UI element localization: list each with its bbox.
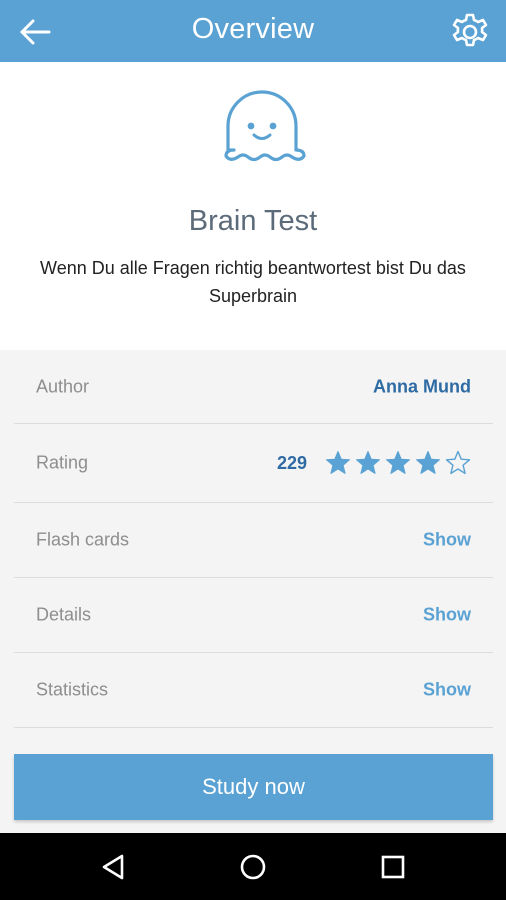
- circle-home-icon[interactable]: [236, 850, 270, 884]
- deck-title: Brain Test: [188, 205, 318, 237]
- rating-row: Rating 229: [14, 424, 493, 503]
- author-row[interactable]: Author Anna Mund: [14, 350, 493, 424]
- statistics-show-link[interactable]: Show: [423, 680, 471, 701]
- star-filled-icon: [385, 450, 411, 476]
- rating-label: Rating: [36, 452, 89, 473]
- deck-header: Brain Test Wenn Du alle Fragen richtig b…: [0, 62, 506, 350]
- flashcards-label: Flash cards: [36, 529, 130, 550]
- square-recents-icon[interactable]: [376, 850, 410, 884]
- rating-count: 229: [276, 452, 307, 473]
- system-nav-bar: [0, 833, 506, 900]
- rating-display: 229: [277, 450, 471, 476]
- app-bar: Overview: [0, 0, 506, 62]
- details-label: Details: [36, 604, 92, 625]
- statistics-row[interactable]: Statistics Show: [14, 653, 493, 728]
- star-rating: [321, 450, 471, 476]
- gear-icon[interactable]: [450, 12, 490, 52]
- flashcards-show-link[interactable]: Show: [423, 530, 471, 551]
- details-show-link[interactable]: Show: [423, 605, 471, 626]
- star-filled-icon: [355, 450, 381, 476]
- statistics-label: Statistics: [36, 679, 109, 700]
- study-now-button[interactable]: Study now: [14, 754, 493, 820]
- author-value[interactable]: Anna Mund: [373, 376, 471, 397]
- author-label: Author: [36, 376, 90, 396]
- deck-description: Wenn Du alle Fragen richtig beantwortest…: [40, 258, 466, 306]
- triangle-back-icon[interactable]: [98, 850, 132, 884]
- star-empty-icon: [445, 450, 471, 476]
- star-filled-icon: [415, 450, 441, 476]
- ghost-icon: [218, 90, 306, 168]
- star-filled-icon: [325, 450, 351, 476]
- page-title: Overview: [191, 13, 315, 45]
- flashcards-row[interactable]: Flash cards Show: [14, 503, 493, 578]
- deck-info-list: Author Anna Mund Rating 229 Flash cards …: [14, 350, 493, 728]
- details-row[interactable]: Details Show: [14, 578, 493, 653]
